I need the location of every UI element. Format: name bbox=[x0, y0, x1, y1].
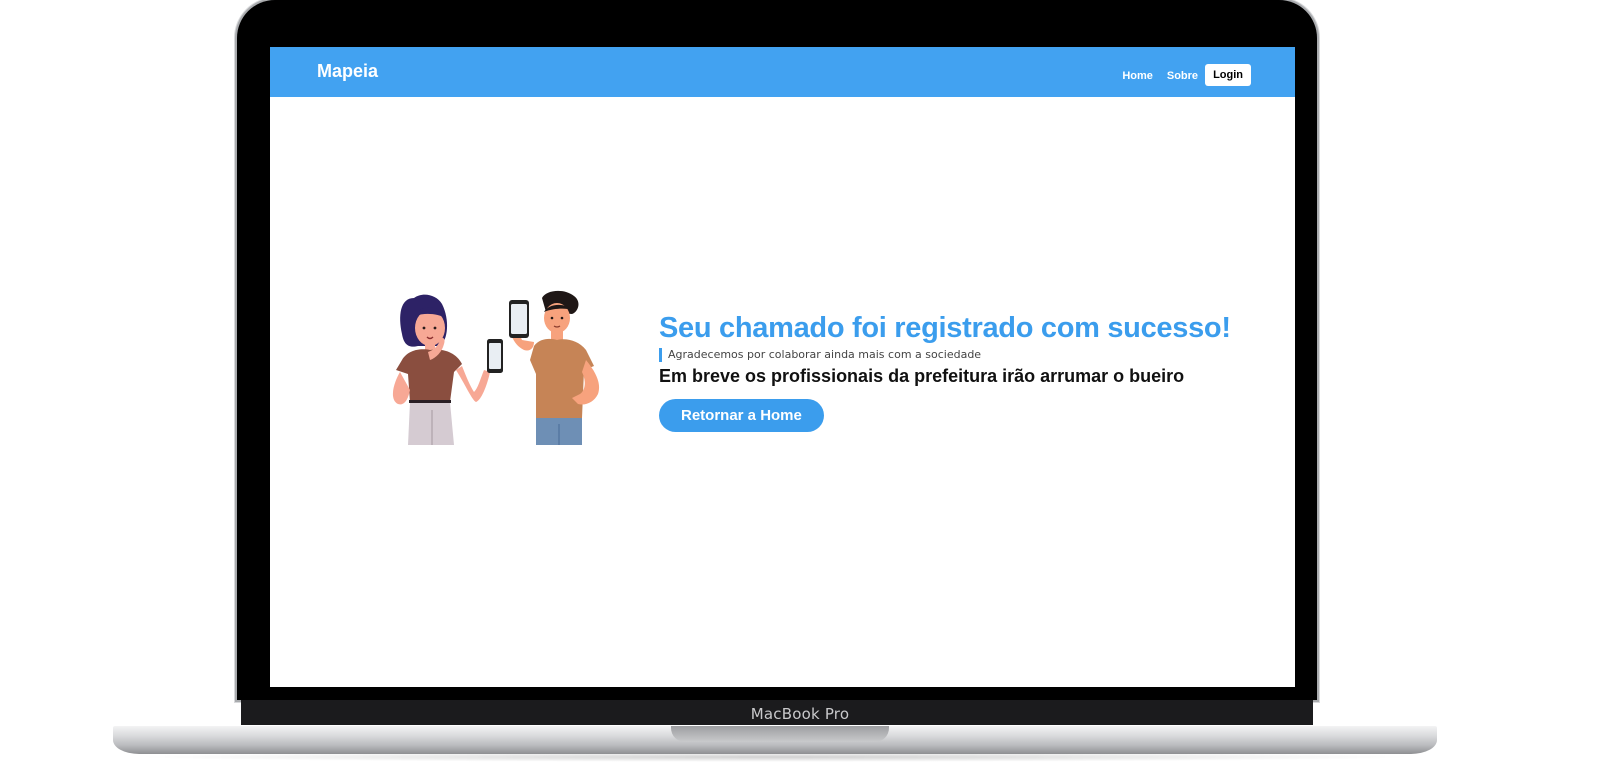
return-home-button[interactable]: Retornar a Home bbox=[659, 399, 824, 432]
woman-figure bbox=[392, 294, 503, 445]
laptop-notch bbox=[671, 726, 889, 742]
nav-menu: Home Sobre Login bbox=[1108, 64, 1251, 87]
laptop-model-label: MacBook Pro bbox=[750, 705, 850, 723]
thanks-subtitle: Agradecemos por colaborar ainda mais com… bbox=[659, 348, 1279, 362]
brand-logo[interactable]: Mapeia bbox=[317, 61, 378, 82]
success-headline: Seu chamado foi registrado com sucesso! bbox=[659, 312, 1231, 344]
laptop-screen: Mapeia Home Sobre Login Seu chamado foi … bbox=[270, 47, 1295, 687]
login-button[interactable]: Login bbox=[1205, 64, 1251, 86]
man-figure bbox=[509, 290, 600, 445]
navbar: Mapeia Home Sobre Login bbox=[270, 47, 1295, 97]
people-holding-phones-illustration bbox=[392, 290, 600, 445]
nav-home-link[interactable]: Home bbox=[1122, 70, 1153, 82]
success-message-section: Seu chamado foi registrado com sucesso! … bbox=[659, 312, 1279, 432]
followup-message: Em breve os profissionais da prefeitura … bbox=[659, 366, 1185, 386]
nav-sobre-link[interactable]: Sobre bbox=[1167, 70, 1198, 82]
